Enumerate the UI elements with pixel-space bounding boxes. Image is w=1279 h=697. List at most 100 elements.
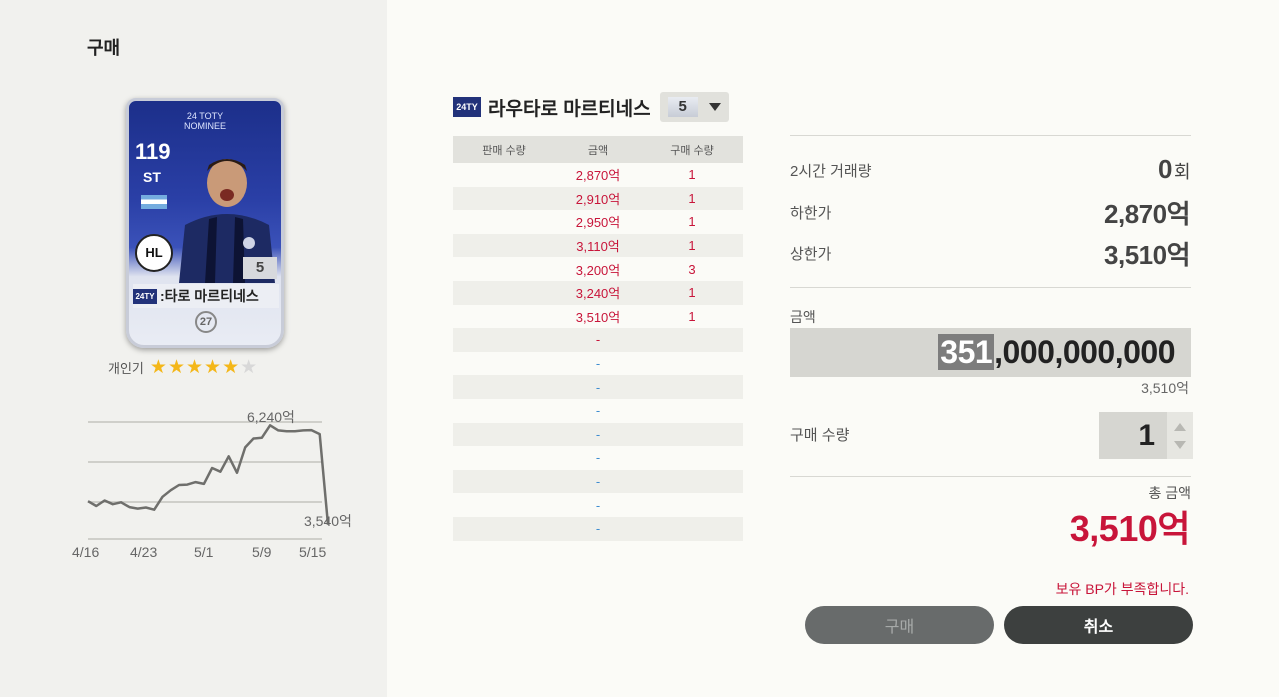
table-row[interactable]: 3,110억 1 <box>453 233 743 258</box>
volume-unit: 회 <box>1173 162 1191 182</box>
x-tick-label: 5/1 <box>194 544 214 560</box>
level-value: 5 <box>667 97 698 117</box>
divider <box>790 476 1191 477</box>
cell-price: 2,870억 <box>575 168 621 184</box>
amount-selected-text: 351 <box>938 334 995 370</box>
table-row[interactable]: 3,510억 1 <box>453 305 743 329</box>
cell-buy-qty: 1 <box>688 190 696 206</box>
cell-price: - <box>595 450 601 466</box>
decrement-arrow-icon[interactable] <box>1174 440 1186 449</box>
total-value: 3,510억 <box>1069 508 1191 549</box>
quantity-value[interactable]: 1 <box>1099 419 1167 453</box>
cell-price: - <box>595 474 601 490</box>
star-filled-icon: ★ <box>185 357 205 378</box>
player-header: 24TY 라우타로 마르티네스 5 <box>453 92 729 122</box>
table-row[interactable]: 3,240억 1 <box>453 280 743 305</box>
card-position: ST <box>143 169 161 185</box>
table-row[interactable]: - <box>453 446 743 470</box>
amount-value: 351,000,000,000 <box>938 334 1175 371</box>
nation-flag-icon <box>141 195 167 209</box>
price-history-chart: 6,240억 3,540억 4/16 4/23 5/1 5/9 5/15 <box>72 409 352 560</box>
x-tick-label: 5/9 <box>252 544 272 560</box>
cell-buy-qty: 1 <box>688 167 696 183</box>
table-row[interactable]: - <box>453 375 743 399</box>
cell-price: 3,510억 <box>575 309 621 325</box>
order-table: 판매 수량 금액 구매 수량 2,870억 1 2,910억 1 2,950억 1 3,11… <box>453 136 743 541</box>
star-filled-icon: ★ <box>167 357 186 378</box>
table-row[interactable]: - <box>453 352 743 376</box>
table-row[interactable]: - <box>453 516 743 541</box>
buy-button[interactable]: 구매 <box>805 606 994 644</box>
season-badge-icon: 24TY <box>133 288 157 304</box>
card-ovr: 119 <box>135 139 171 164</box>
left-panel: 구매 24 TOTY NOMINEE 119 ST HL 5 24TY :타로 … <box>0 0 387 697</box>
increment-arrow-icon[interactable] <box>1174 422 1186 431</box>
high-price-value: 3,510억 <box>1104 240 1190 270</box>
table-row[interactable]: 2,910억 1 <box>453 186 743 211</box>
table-header: 판매 수량 금액 구매 수량 <box>453 136 743 163</box>
x-tick-label: 4/23 <box>130 544 157 560</box>
x-tick-label: 5/15 <box>299 544 326 560</box>
table-row[interactable]: - <box>453 399 743 423</box>
cell-price: 2,950억 <box>575 215 621 231</box>
card-event-line-1: 24 TOTY <box>186 111 224 121</box>
table-row[interactable]: - <box>453 469 743 494</box>
stepper-arrows <box>1167 412 1193 459</box>
last-price-label: 3,540억 <box>304 513 352 529</box>
volume-value: 0회 <box>1158 154 1191 185</box>
cell-price: - <box>595 379 601 395</box>
quantity-label: 구매 수량 <box>790 427 850 444</box>
cell-price: 3,240억 <box>575 286 621 302</box>
cell-buy-qty: 1 <box>688 214 696 230</box>
star-filled-icon: ★ <box>222 357 241 378</box>
high-price-label: 상한가 <box>790 246 832 263</box>
volume-label: 2시간 거래량 <box>790 163 872 180</box>
table-row[interactable]: - <box>453 493 743 517</box>
low-price-value: 2,870억 <box>1104 199 1190 229</box>
quantity-stepper[interactable]: 1 <box>1099 412 1193 459</box>
table-body: 2,870억 1 2,910억 1 2,950억 1 3,110억 1 3,200억 3 3,240… <box>453 163 743 541</box>
table-row[interactable]: - <box>453 422 743 447</box>
cell-price: 3,200억 <box>575 262 621 278</box>
star-filled-icon: ★ <box>204 357 223 378</box>
amount-converted: 3,510억 <box>1141 380 1189 396</box>
table-row[interactable]: 3,200억 3 <box>453 257 743 281</box>
player-card: 24 TOTY NOMINEE 119 ST HL 5 24TY :타로 마르티… <box>126 98 284 348</box>
header-price: 금액 <box>587 144 609 157</box>
divider <box>790 287 1191 288</box>
star-empty-icon: ★ <box>240 357 259 378</box>
table-row[interactable]: 2,870억 1 <box>453 163 743 187</box>
season-badge-icon: 24TY <box>453 97 481 117</box>
card-salary: 27 <box>195 311 217 333</box>
cell-buy-qty: 1 <box>688 308 696 324</box>
cancel-button[interactable]: 취소 <box>1004 606 1193 644</box>
cell-price: - <box>595 521 601 537</box>
max-price-label: 6,240억 <box>247 409 295 425</box>
insufficient-bp-warning: 보유 BP가 부족합니다. <box>1055 581 1189 597</box>
divider <box>790 135 1191 136</box>
table-row[interactable]: 2,950억 1 <box>453 210 743 234</box>
amount-label: 금액 <box>790 309 816 325</box>
cell-price: - <box>595 403 601 419</box>
cell-price: - <box>595 356 601 372</box>
level-dropdown[interactable]: 5 <box>659 92 729 122</box>
card-name-bar: 24TY :타로 마르티네스 <box>133 284 279 308</box>
amount-rest-text: ,000,000,000 <box>994 334 1175 370</box>
chevron-down-icon <box>708 103 721 111</box>
header-buy-qty: 구매 수량 <box>670 144 714 157</box>
star-filled-icon: ★ <box>149 357 168 378</box>
card-player-name: :타로 마르티네스 <box>160 288 259 304</box>
low-price-label: 하한가 <box>790 205 832 222</box>
card-level: 5 <box>243 257 277 279</box>
card-event-label: 24 TOTY NOMINEE <box>129 111 281 131</box>
cell-buy-qty: 1 <box>688 238 696 254</box>
cell-price: 2,910억 <box>575 191 621 207</box>
price-series-line <box>87 424 330 525</box>
cell-price: - <box>595 332 601 348</box>
cell-price: - <box>595 497 601 513</box>
cell-price: - <box>595 426 601 442</box>
x-tick-label: 4/16 <box>72 544 99 560</box>
amount-input[interactable]: 351,000,000,000 <box>790 328 1191 377</box>
popularity-rating: 개인기 ★★★★★★ <box>108 356 258 379</box>
table-row[interactable]: - <box>453 328 743 352</box>
